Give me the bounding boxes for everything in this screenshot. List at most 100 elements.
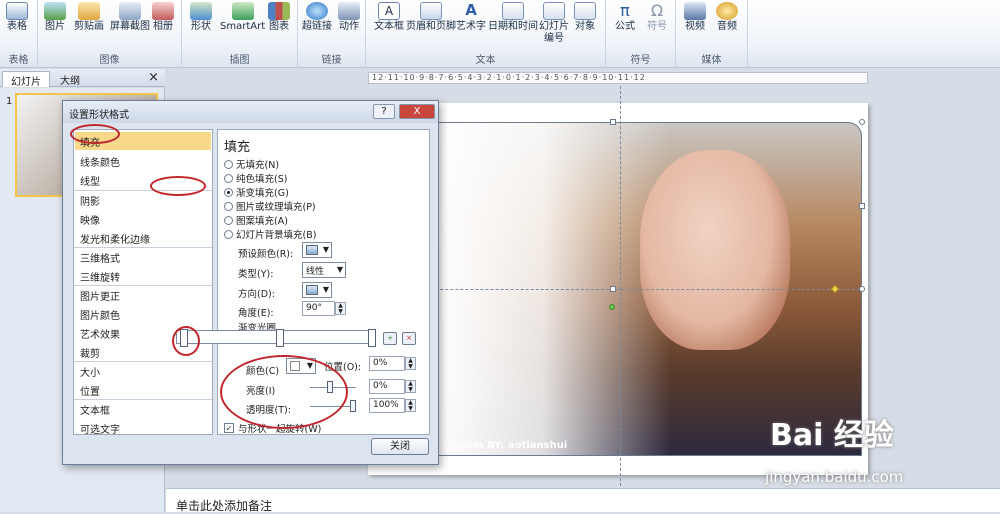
resize-handle[interactable] [610,119,616,125]
gradient-stop[interactable] [276,329,284,347]
chevron-down-icon: ▼ [336,265,343,274]
action-button[interactable]: 动作 [338,2,360,33]
type-value: 线性 [306,266,325,277]
horizontal-ruler[interactable]: 12·11·10·9·8·7·6·5·4·3·2·1·0·1·2·3·4·5·6… [368,72,868,84]
radio-dot [224,159,233,169]
stop-position-input[interactable]: 0% ▲ ▼ [369,356,416,371]
close-button[interactable]: 关闭 [371,438,429,455]
help-button[interactable]: ? [373,104,395,119]
direction-icon [306,285,318,295]
chart-button-label: 图表 [269,21,289,32]
angle-input[interactable]: 90° ▲ ▼ [302,301,346,316]
ribbon-group-label: 表格 [8,55,29,66]
type-select[interactable]: 线性 ▼ [302,262,346,278]
nav-item-picture-color[interactable]: 图片颜色 [80,307,120,322]
ribbon: 表格 表格 图片 剪贴画 屏幕截图 相册 图像 形状 SmartArt 图表 插… [0,0,1000,68]
angle-spinner[interactable]: ▲ ▼ [335,302,346,315]
datetime-button[interactable]: 日期和时间 [488,2,538,33]
radio-background-fill[interactable]: 幻灯片背景填充(B) [224,227,316,241]
nav-item-textbox[interactable]: 文本框 [80,402,110,417]
brightness-spinner[interactable]: ▲ ▼ [405,380,416,393]
textbox-button[interactable]: A 文本框 [374,2,404,33]
brightness-input[interactable]: 0% ▲ ▼ [369,379,416,394]
shapes-button[interactable]: 形状 [190,2,212,33]
album-button[interactable]: 相册 [152,2,174,33]
nav-item-line-style[interactable]: 线型 [80,173,100,188]
stop-position-value: 0% [373,358,388,368]
swatch-icon [306,245,318,255]
add-stop-icon[interactable]: + [383,332,397,345]
transparency-slider-thumb[interactable] [350,400,356,412]
wordart-button[interactable]: A 艺术字 [456,2,486,33]
picture-button[interactable]: 图片 [44,2,66,33]
radio-gradient-fill[interactable]: 渐变填充(G) [224,185,289,199]
resize-handle[interactable] [859,286,865,292]
nav-item-position[interactable]: 位置 [80,383,100,398]
action-icon [338,2,360,20]
transparency-input[interactable]: 100% ▲ ▼ [369,398,416,413]
radio-no-fill[interactable]: 无填充(N) [224,157,279,171]
ribbon-group-label: 媒体 [701,55,722,66]
nav-item-crop[interactable]: 裁剪 [80,345,100,360]
nav-item-line-color[interactable]: 线条颜色 [80,154,120,169]
baidu-jingyan-url: jingyan.baidu.com [765,468,904,486]
radio-dot [224,215,233,225]
object-button[interactable]: 对象 [574,2,596,33]
tab-slides[interactable]: 幻灯片 [2,71,50,88]
hyperlink-button[interactable]: 超链接 [302,2,332,33]
dialog-close-button[interactable]: X [399,104,435,119]
preset-colors-picker[interactable]: ▼ [302,242,332,258]
ribbon-group-label: 链接 [321,55,342,66]
video-icon [684,2,706,20]
dialog-titlebar[interactable]: 设置形状格式 ? X [63,101,438,123]
photo-watermark: pic.com BY: aotianshui [440,440,568,451]
calendar-icon [502,2,524,20]
angle-value: 90° [306,303,322,313]
radio-dot [224,173,233,183]
clipart-button[interactable]: 剪贴画 [74,2,104,33]
direction-picker[interactable]: ▼ [302,282,332,298]
symbol-button[interactable]: Ω 符号 [646,2,668,33]
nav-item-shadow[interactable]: 阴影 [80,193,100,208]
tab-outline[interactable]: 大纲 [52,71,88,87]
nav-item-glow[interactable]: 发光和柔化边缘 [80,231,150,246]
horizontal-guide[interactable] [370,289,865,290]
gradient-stop[interactable] [368,329,376,347]
ribbon-group-symbols: π 公式 Ω 符号 符号 [606,0,676,68]
position-spinner[interactable]: ▲ ▼ [405,357,416,370]
nav-item-picture-corrections[interactable]: 图片更正 [80,288,120,303]
nav-item-reflection[interactable]: 映像 [80,212,100,227]
radio-picture-fill[interactable]: 图片或纹理填充(P) [224,199,316,213]
nav-item-3d-rotation[interactable]: 三维旋转 [80,269,120,284]
shapes-button-label: 形状 [191,21,211,32]
radio-pattern-fill[interactable]: 图案填充(A) [224,213,288,227]
header-footer-button[interactable]: 页眉和页脚 [406,2,456,33]
ribbon-group-text: A 文本框 页眉和页脚 A 艺术字 日期和时间 幻灯片编号 对象 文本 [366,0,606,68]
radio-solid-fill[interactable]: 纯色填充(S) [224,171,287,185]
close-icon[interactable]: × [148,70,159,85]
resize-handle[interactable] [859,119,865,125]
resize-handle[interactable] [610,286,616,292]
nav-divider [74,361,212,362]
nav-item-artistic-effects[interactable]: 艺术效果 [80,326,120,341]
vertical-guide[interactable] [620,86,621,486]
wordart-button-label: 艺术字 [456,21,486,32]
album-icon [152,2,174,20]
notes-pane[interactable]: 单击此处添加备注 [166,488,1000,513]
resize-handle[interactable] [859,203,865,209]
equation-button[interactable]: π 公式 [614,2,636,33]
slide-number-button[interactable]: 幻灯片编号 [536,2,572,45]
audio-button[interactable]: 音频 [716,2,738,33]
video-button[interactable]: 视频 [684,2,706,33]
radio-dot [224,187,233,197]
nav-item-size[interactable]: 大小 [80,364,100,379]
nav-item-alt-text[interactable]: 可选文字 [80,421,120,436]
screenshot-button[interactable]: 屏幕截图 [110,2,150,33]
nav-item-3d-format[interactable]: 三维格式 [80,250,120,265]
smartart-button[interactable]: SmartArt [220,2,265,33]
rotate-handle[interactable] [609,304,615,310]
transparency-spinner[interactable]: ▲ ▼ [405,399,416,412]
remove-stop-icon[interactable]: × [402,332,416,345]
table-button[interactable]: 表格 [6,2,28,33]
chart-button[interactable]: 图表 [268,2,290,33]
